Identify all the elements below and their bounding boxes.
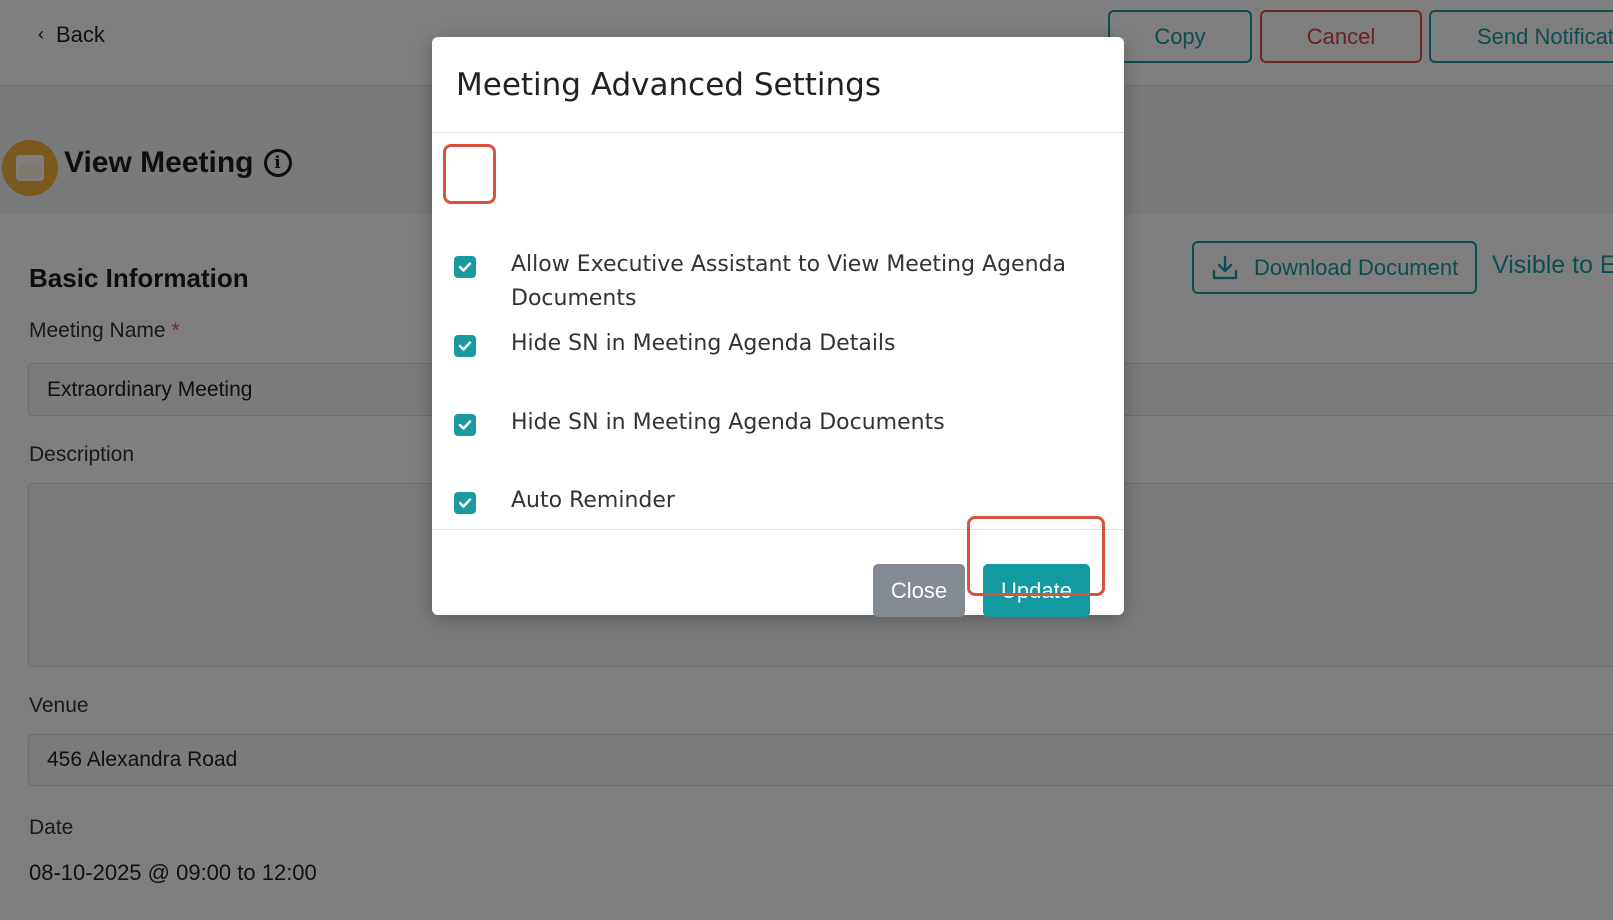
check-icon: [458, 262, 472, 272]
update-button[interactable]: Update: [983, 564, 1090, 617]
check-icon: [458, 498, 472, 508]
modal-footer: Close Update: [432, 530, 1124, 617]
hide-sn-documents-checkbox[interactable]: [454, 414, 476, 436]
hide-sn-documents-label: Hide SN in Meeting Agenda Documents: [511, 410, 945, 435]
modal-body: Allow Executive Assistant to View Meetin…: [432, 133, 1124, 530]
modal-title: Meeting Advanced Settings: [456, 66, 881, 103]
auto-reminder-checkbox[interactable]: [454, 492, 476, 514]
close-button[interactable]: Close: [873, 564, 965, 617]
allow-ea-label: Allow Executive Assistant to View Meetin…: [511, 252, 1066, 311]
check-icon: [458, 341, 472, 351]
modal-header: Meeting Advanced Settings: [432, 37, 1124, 133]
auto-reminder-label: Auto Reminder: [511, 488, 675, 513]
check-icon: [458, 420, 472, 430]
advanced-settings-modal: Meeting Advanced Settings Allow Executiv…: [432, 37, 1124, 617]
allow-ea-checkbox[interactable]: [454, 256, 476, 278]
hide-sn-details-label: Hide SN in Meeting Agenda Details: [511, 331, 896, 356]
hide-sn-details-checkbox[interactable]: [454, 335, 476, 357]
